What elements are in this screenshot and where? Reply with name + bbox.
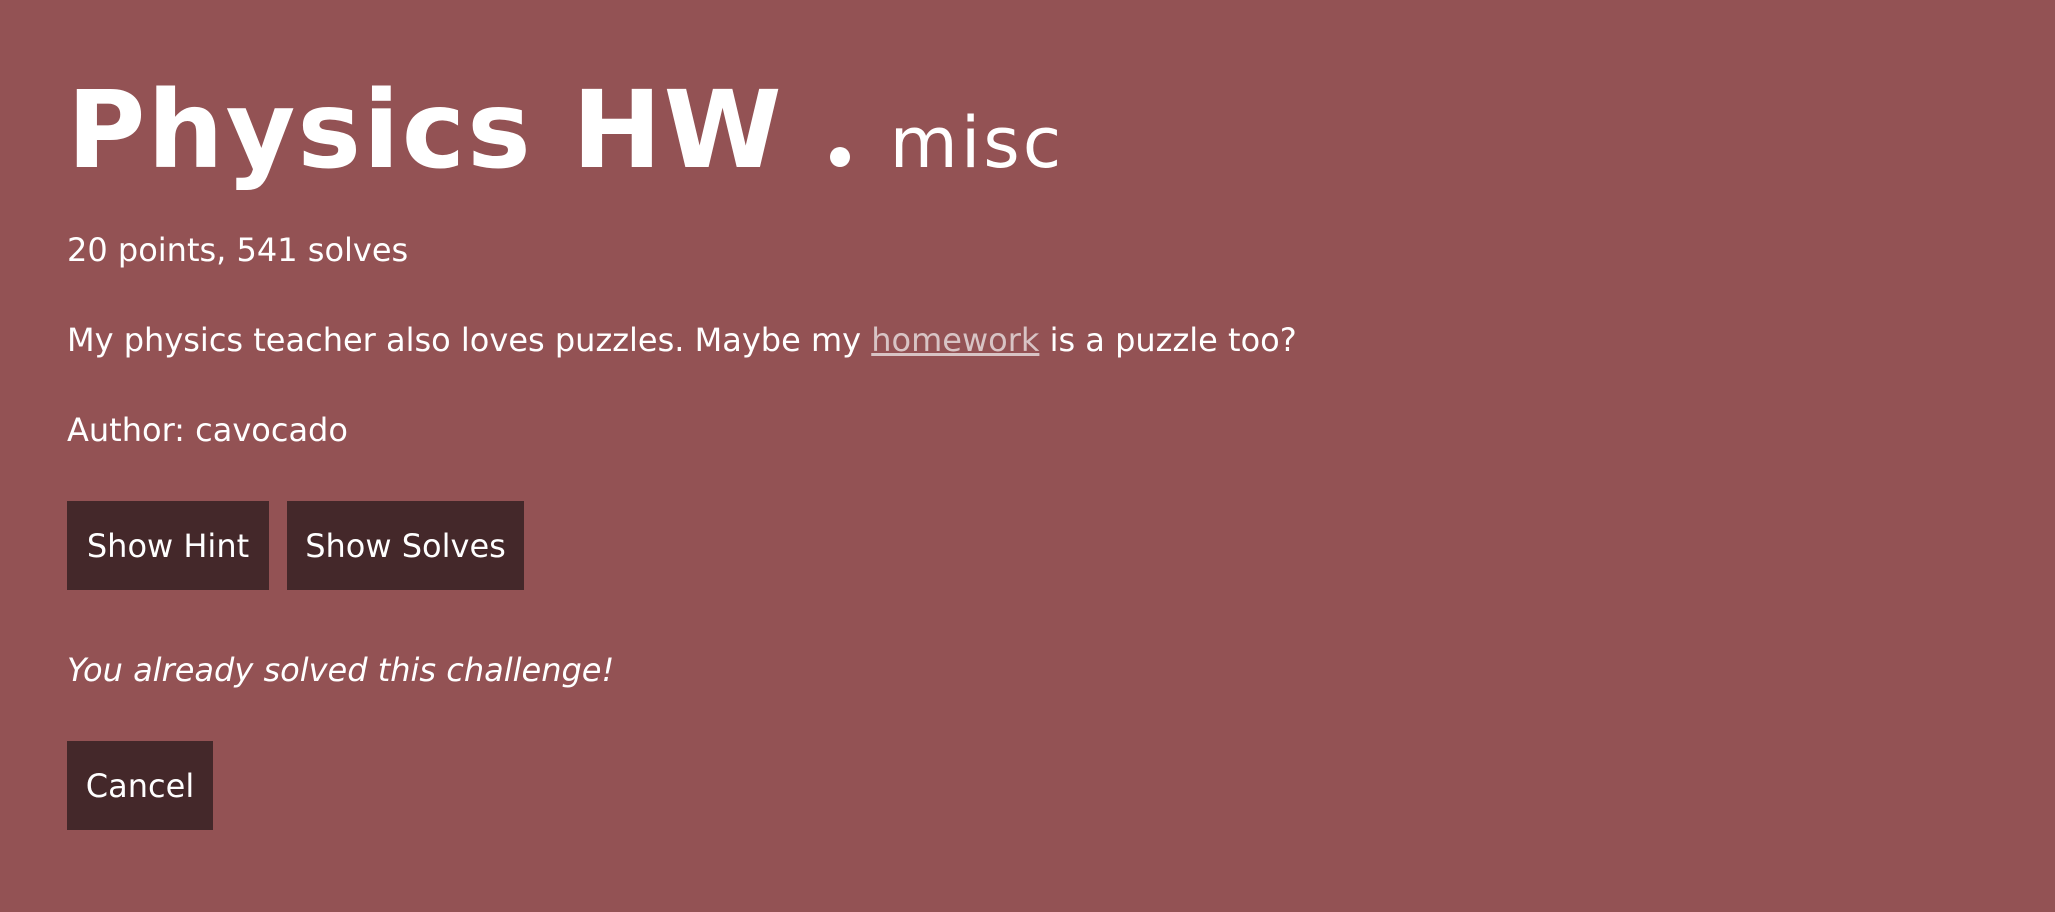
- challenge-category: misc: [889, 102, 1065, 184]
- cancel-button[interactable]: Cancel: [67, 741, 213, 830]
- challenge-author: Author: cavocado: [67, 411, 348, 449]
- separator-dot-icon: [829, 147, 850, 167]
- challenge-points-solves: 20 points, 541 solves: [67, 231, 409, 269]
- description-text-after: is a puzzle too?: [1039, 321, 1297, 359]
- show-solves-button[interactable]: Show Solves: [287, 501, 524, 590]
- homework-link[interactable]: homework: [871, 321, 1039, 359]
- description-text-before: My physics teacher also loves puzzles. M…: [67, 321, 872, 359]
- show-hint-button[interactable]: Show Hint: [67, 501, 269, 590]
- solved-message: You already solved this challenge!: [67, 651, 615, 689]
- challenge-title: Physics HW: [67, 69, 784, 193]
- challenge-header: Physics HW misc: [67, 78, 1064, 208]
- challenge-description: My physics teacher also loves puzzles. M…: [67, 320, 1297, 360]
